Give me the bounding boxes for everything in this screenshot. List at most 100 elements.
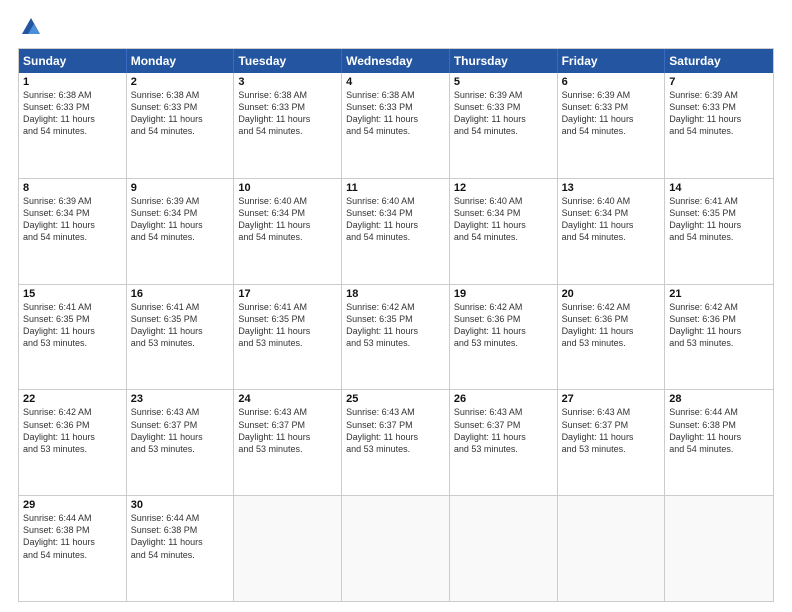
day-number: 14 bbox=[669, 182, 769, 194]
calendar-cell: 5Sunrise: 6:39 AM Sunset: 6:33 PM Daylig… bbox=[450, 73, 558, 178]
day-number: 27 bbox=[562, 393, 661, 405]
calendar-cell: 19Sunrise: 6:42 AM Sunset: 6:36 PM Dayli… bbox=[450, 285, 558, 390]
calendar-cell: 18Sunrise: 6:42 AM Sunset: 6:35 PM Dayli… bbox=[342, 285, 450, 390]
day-number: 11 bbox=[346, 182, 445, 194]
calendar-cell: 11Sunrise: 6:40 AM Sunset: 6:34 PM Dayli… bbox=[342, 179, 450, 284]
day-info: Sunrise: 6:39 AM Sunset: 6:33 PM Dayligh… bbox=[562, 89, 661, 138]
calendar-cell: 15Sunrise: 6:41 AM Sunset: 6:35 PM Dayli… bbox=[19, 285, 127, 390]
calendar-cell bbox=[450, 496, 558, 601]
calendar-cell: 8Sunrise: 6:39 AM Sunset: 6:34 PM Daylig… bbox=[19, 179, 127, 284]
day-info: Sunrise: 6:43 AM Sunset: 6:37 PM Dayligh… bbox=[562, 406, 661, 455]
day-info: Sunrise: 6:43 AM Sunset: 6:37 PM Dayligh… bbox=[346, 406, 445, 455]
day-info: Sunrise: 6:41 AM Sunset: 6:35 PM Dayligh… bbox=[238, 301, 337, 350]
calendar-cell: 23Sunrise: 6:43 AM Sunset: 6:37 PM Dayli… bbox=[127, 390, 235, 495]
day-info: Sunrise: 6:40 AM Sunset: 6:34 PM Dayligh… bbox=[562, 195, 661, 244]
day-number: 4 bbox=[346, 76, 445, 88]
day-number: 3 bbox=[238, 76, 337, 88]
header-day-sunday: Sunday bbox=[19, 49, 127, 73]
header-day-thursday: Thursday bbox=[450, 49, 558, 73]
header bbox=[18, 16, 774, 38]
day-info: Sunrise: 6:38 AM Sunset: 6:33 PM Dayligh… bbox=[23, 89, 122, 138]
day-number: 18 bbox=[346, 288, 445, 300]
day-number: 17 bbox=[238, 288, 337, 300]
logo-icon bbox=[20, 16, 42, 38]
day-info: Sunrise: 6:41 AM Sunset: 6:35 PM Dayligh… bbox=[23, 301, 122, 350]
calendar-cell: 4Sunrise: 6:38 AM Sunset: 6:33 PM Daylig… bbox=[342, 73, 450, 178]
calendar-cell: 21Sunrise: 6:42 AM Sunset: 6:36 PM Dayli… bbox=[665, 285, 773, 390]
day-number: 22 bbox=[23, 393, 122, 405]
calendar-cell: 13Sunrise: 6:40 AM Sunset: 6:34 PM Dayli… bbox=[558, 179, 666, 284]
calendar-cell: 10Sunrise: 6:40 AM Sunset: 6:34 PM Dayli… bbox=[234, 179, 342, 284]
calendar-row-5: 29Sunrise: 6:44 AM Sunset: 6:38 PM Dayli… bbox=[19, 495, 773, 601]
day-number: 20 bbox=[562, 288, 661, 300]
day-number: 8 bbox=[23, 182, 122, 194]
day-info: Sunrise: 6:39 AM Sunset: 6:33 PM Dayligh… bbox=[669, 89, 769, 138]
day-info: Sunrise: 6:42 AM Sunset: 6:35 PM Dayligh… bbox=[346, 301, 445, 350]
calendar-cell: 27Sunrise: 6:43 AM Sunset: 6:37 PM Dayli… bbox=[558, 390, 666, 495]
calendar: SundayMondayTuesdayWednesdayThursdayFrid… bbox=[18, 48, 774, 602]
day-number: 26 bbox=[454, 393, 553, 405]
header-day-wednesday: Wednesday bbox=[342, 49, 450, 73]
calendar-cell: 6Sunrise: 6:39 AM Sunset: 6:33 PM Daylig… bbox=[558, 73, 666, 178]
calendar-cell: 28Sunrise: 6:44 AM Sunset: 6:38 PM Dayli… bbox=[665, 390, 773, 495]
day-info: Sunrise: 6:44 AM Sunset: 6:38 PM Dayligh… bbox=[23, 512, 122, 561]
calendar-cell: 30Sunrise: 6:44 AM Sunset: 6:38 PM Dayli… bbox=[127, 496, 235, 601]
calendar-cell: 9Sunrise: 6:39 AM Sunset: 6:34 PM Daylig… bbox=[127, 179, 235, 284]
page: SundayMondayTuesdayWednesdayThursdayFrid… bbox=[0, 0, 792, 612]
day-number: 28 bbox=[669, 393, 769, 405]
calendar-row-4: 22Sunrise: 6:42 AM Sunset: 6:36 PM Dayli… bbox=[19, 389, 773, 495]
header-day-saturday: Saturday bbox=[665, 49, 773, 73]
day-info: Sunrise: 6:41 AM Sunset: 6:35 PM Dayligh… bbox=[669, 195, 769, 244]
calendar-cell: 14Sunrise: 6:41 AM Sunset: 6:35 PM Dayli… bbox=[665, 179, 773, 284]
day-info: Sunrise: 6:40 AM Sunset: 6:34 PM Dayligh… bbox=[238, 195, 337, 244]
calendar-row-2: 8Sunrise: 6:39 AM Sunset: 6:34 PM Daylig… bbox=[19, 178, 773, 284]
day-info: Sunrise: 6:38 AM Sunset: 6:33 PM Dayligh… bbox=[346, 89, 445, 138]
calendar-cell: 12Sunrise: 6:40 AM Sunset: 6:34 PM Dayli… bbox=[450, 179, 558, 284]
logo bbox=[18, 16, 42, 38]
calendar-cell: 25Sunrise: 6:43 AM Sunset: 6:37 PM Dayli… bbox=[342, 390, 450, 495]
day-number: 1 bbox=[23, 76, 122, 88]
header-day-friday: Friday bbox=[558, 49, 666, 73]
calendar-row-1: 1Sunrise: 6:38 AM Sunset: 6:33 PM Daylig… bbox=[19, 73, 773, 178]
calendar-cell: 16Sunrise: 6:41 AM Sunset: 6:35 PM Dayli… bbox=[127, 285, 235, 390]
day-info: Sunrise: 6:38 AM Sunset: 6:33 PM Dayligh… bbox=[238, 89, 337, 138]
day-number: 9 bbox=[131, 182, 230, 194]
calendar-cell: 29Sunrise: 6:44 AM Sunset: 6:38 PM Dayli… bbox=[19, 496, 127, 601]
calendar-cell: 26Sunrise: 6:43 AM Sunset: 6:37 PM Dayli… bbox=[450, 390, 558, 495]
day-number: 6 bbox=[562, 76, 661, 88]
header-day-monday: Monday bbox=[127, 49, 235, 73]
calendar-cell: 24Sunrise: 6:43 AM Sunset: 6:37 PM Dayli… bbox=[234, 390, 342, 495]
calendar-cell: 7Sunrise: 6:39 AM Sunset: 6:33 PM Daylig… bbox=[665, 73, 773, 178]
day-number: 29 bbox=[23, 499, 122, 511]
calendar-header: SundayMondayTuesdayWednesdayThursdayFrid… bbox=[19, 49, 773, 73]
day-number: 19 bbox=[454, 288, 553, 300]
day-number: 23 bbox=[131, 393, 230, 405]
day-number: 16 bbox=[131, 288, 230, 300]
calendar-cell: 3Sunrise: 6:38 AM Sunset: 6:33 PM Daylig… bbox=[234, 73, 342, 178]
day-number: 13 bbox=[562, 182, 661, 194]
day-number: 12 bbox=[454, 182, 553, 194]
day-number: 5 bbox=[454, 76, 553, 88]
day-info: Sunrise: 6:43 AM Sunset: 6:37 PM Dayligh… bbox=[238, 406, 337, 455]
day-info: Sunrise: 6:43 AM Sunset: 6:37 PM Dayligh… bbox=[454, 406, 553, 455]
day-info: Sunrise: 6:44 AM Sunset: 6:38 PM Dayligh… bbox=[131, 512, 230, 561]
day-info: Sunrise: 6:39 AM Sunset: 6:34 PM Dayligh… bbox=[23, 195, 122, 244]
calendar-cell bbox=[558, 496, 666, 601]
day-info: Sunrise: 6:38 AM Sunset: 6:33 PM Dayligh… bbox=[131, 89, 230, 138]
calendar-cell bbox=[665, 496, 773, 601]
calendar-cell: 17Sunrise: 6:41 AM Sunset: 6:35 PM Dayli… bbox=[234, 285, 342, 390]
header-day-tuesday: Tuesday bbox=[234, 49, 342, 73]
calendar-cell bbox=[234, 496, 342, 601]
day-info: Sunrise: 6:42 AM Sunset: 6:36 PM Dayligh… bbox=[562, 301, 661, 350]
calendar-cell bbox=[342, 496, 450, 601]
day-info: Sunrise: 6:40 AM Sunset: 6:34 PM Dayligh… bbox=[454, 195, 553, 244]
calendar-cell: 2Sunrise: 6:38 AM Sunset: 6:33 PM Daylig… bbox=[127, 73, 235, 178]
day-number: 30 bbox=[131, 499, 230, 511]
day-info: Sunrise: 6:40 AM Sunset: 6:34 PM Dayligh… bbox=[346, 195, 445, 244]
calendar-cell: 1Sunrise: 6:38 AM Sunset: 6:33 PM Daylig… bbox=[19, 73, 127, 178]
day-number: 7 bbox=[669, 76, 769, 88]
calendar-cell: 20Sunrise: 6:42 AM Sunset: 6:36 PM Dayli… bbox=[558, 285, 666, 390]
day-number: 10 bbox=[238, 182, 337, 194]
day-info: Sunrise: 6:43 AM Sunset: 6:37 PM Dayligh… bbox=[131, 406, 230, 455]
day-number: 15 bbox=[23, 288, 122, 300]
